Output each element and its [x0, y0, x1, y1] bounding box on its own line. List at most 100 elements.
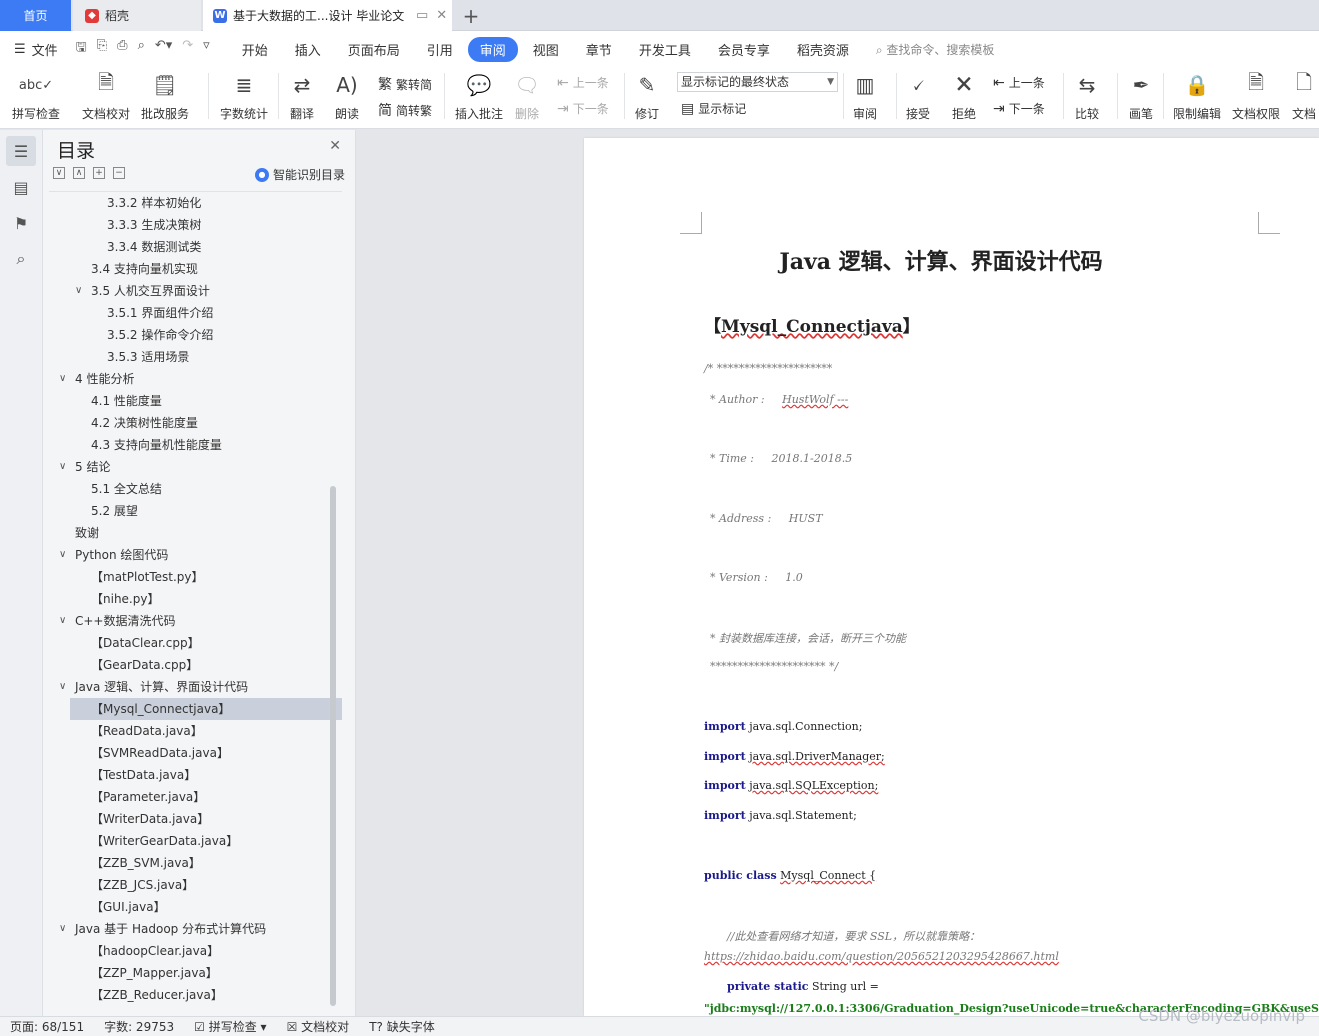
toc-item[interactable]: 【Parameter.java】 — [49, 786, 342, 808]
chevron-down-icon[interactable]: ∨ — [59, 456, 66, 478]
menu-insert[interactable]: 插入 — [283, 37, 333, 62]
chevron-down-icon[interactable]: ∨ — [59, 918, 66, 940]
menu-layout[interactable]: 页面布局 — [336, 37, 412, 62]
doc-rights-button[interactable]: 🗎 文档权限 — [1232, 70, 1280, 122]
tab-screen-icon[interactable]: ▭ — [416, 8, 428, 23]
toc-item[interactable]: 3.3.4 数据测试类 — [49, 236, 342, 258]
toc-item[interactable]: 【GUI.java】 — [49, 896, 342, 918]
status-missing-font[interactable]: T? 缺失字体 — [369, 1018, 435, 1035]
bookmark-icon[interactable]: ⚑ — [6, 208, 36, 238]
toc-item[interactable]: 【TestData.java】 — [49, 764, 342, 786]
menu-member[interactable]: 会员专享 — [706, 37, 782, 62]
undo-icon[interactable]: ↶▾ — [155, 38, 172, 60]
word-counter[interactable]: 字数: 29753 — [104, 1018, 174, 1035]
review-service-button[interactable]: 🗒 批改服务 — [141, 71, 189, 122]
doc-more-button[interactable]: 🗋 文档 — [1290, 70, 1318, 122]
tab-daoke[interactable]: ◆ 稻壳 — [73, 0, 201, 31]
collapse-all-icon[interactable]: ∨ — [53, 167, 65, 179]
toc-item[interactable]: 5.2 展望 — [49, 500, 342, 522]
menu-start[interactable]: 开始 — [230, 37, 280, 62]
more-icon[interactable]: ▿ — [203, 38, 210, 60]
chevron-down-icon[interactable]: ∨ — [59, 676, 66, 698]
markup-state-select[interactable]: 显示标记的最终状态 ▼ — [677, 72, 838, 92]
toc-item[interactable]: 4.2 决策树性能度量 — [49, 412, 342, 434]
menu-devtools[interactable]: 开发工具 — [627, 37, 703, 62]
toc-item[interactable]: ∨ Python 绘图代码 — [49, 544, 342, 566]
toc-item[interactable]: 【WriterData.java】 — [49, 808, 342, 830]
menu-review[interactable]: 审阅 — [467, 36, 518, 62]
redo-icon[interactable]: ↷ — [182, 38, 193, 60]
next-change-button[interactable]: ⇥ 下一条 — [993, 100, 1045, 117]
chapter-nav-icon[interactable]: ▤ — [6, 172, 36, 202]
file-menu[interactable]: ☰ 文件 — [14, 40, 58, 59]
tab-document[interactable]: W 基于大数据的工...设计 毕业论文 ▭ ✕ — [203, 0, 452, 31]
chevron-down-icon[interactable]: ∨ — [59, 544, 66, 566]
pen-button[interactable]: ✒ 画笔 — [1127, 71, 1155, 122]
proofread-button[interactable]: 🗎 文档校对 — [82, 70, 130, 122]
toc-item[interactable]: 4.3 支持向量机性能度量 — [49, 434, 342, 456]
command-search[interactable]: ⌕ 查找命令、搜索模板 — [876, 41, 995, 58]
search-panel-icon[interactable]: ⌕ — [6, 244, 36, 274]
preview-icon[interactable]: ⌕ — [138, 38, 145, 60]
toc-item[interactable]: 5.1 全文总结 — [49, 478, 342, 500]
expand-all-icon[interactable]: ∧ — [73, 167, 85, 179]
toc-item[interactable]: 【GearData.cpp】 — [49, 654, 342, 676]
accept-button[interactable]: 🗸 接受 — [904, 71, 932, 122]
toc-item[interactable]: 【ReadData.java】 — [49, 720, 342, 742]
chevron-down-icon[interactable]: ∨ — [59, 610, 66, 632]
tab-home[interactable]: 首页 — [0, 0, 71, 31]
next-comment-button[interactable]: ⇥ 下一条 — [557, 100, 609, 117]
toc-item[interactable]: 【ZZP_Mapper.java】 — [49, 962, 342, 984]
status-spell-check[interactable]: ☑ 拼写检查 ▾ — [194, 1018, 266, 1035]
toc-item[interactable]: 【DataClear.cpp】 — [49, 632, 342, 654]
toc-item[interactable]: 【matPlotTest.py】 — [49, 566, 342, 588]
toc-item[interactable]: 致谢 — [49, 522, 342, 544]
delete-comment-button[interactable]: 🗨 删除 — [513, 71, 541, 122]
menu-view[interactable]: 视图 — [521, 37, 571, 62]
add-heading-icon[interactable]: + — [93, 167, 105, 179]
simp-to-trad-button[interactable]: 简 简转繁 — [378, 100, 432, 120]
menu-daoke-resources[interactable]: 稻壳资源 — [785, 37, 861, 62]
toc-item[interactable]: 【nihe.py】 — [49, 588, 342, 610]
toc-item[interactable]: 3.5.2 操作命令介绍 — [49, 324, 342, 346]
toc-item[interactable]: 【ZZB_SVM.java】 — [49, 852, 342, 874]
toc-item[interactable]: 3.3.3 生成决策树 — [49, 214, 342, 236]
toc-item[interactable]: 【hadoopClear.java】 — [49, 940, 342, 962]
export-icon[interactable]: ⎘ — [97, 38, 107, 60]
toc-item[interactable]: ∨ Java 逻辑、计算、界面设计代码 — [49, 676, 342, 698]
read-aloud-button[interactable]: A) 朗读 — [333, 71, 361, 122]
save-icon[interactable]: 🖫 — [76, 38, 87, 60]
menu-reference[interactable]: 引用 — [415, 37, 465, 62]
tab-close-icon[interactable]: ✕ — [436, 8, 447, 23]
smart-toc-button[interactable]: ● 智能识别目录 — [254, 166, 345, 183]
toc-item[interactable]: 【WriterGearData.java】 — [49, 830, 342, 852]
toc-item[interactable]: 3.3.2 样本初始化 — [49, 192, 342, 214]
chevron-down-icon[interactable]: ∨ — [75, 280, 82, 302]
chevron-down-icon[interactable]: ∨ — [59, 368, 66, 390]
toc-item[interactable]: 3.5.1 界面组件介绍 — [49, 302, 342, 324]
toc-item[interactable]: 【Mysql_Connectjava】 — [70, 698, 342, 720]
spell-check-button[interactable]: abc✓ 拼写检查 — [12, 71, 60, 122]
status-proofread[interactable]: ☒ 文档校对 — [287, 1018, 350, 1035]
toc-panel-icon[interactable]: ☰ — [6, 136, 36, 166]
toc-item[interactable]: 3.5.3 适用场景 — [49, 346, 342, 368]
insert-comment-button[interactable]: 💬 插入批注 — [455, 71, 503, 122]
prev-change-button[interactable]: ⇤ 上一条 — [993, 74, 1045, 91]
compare-button[interactable]: ⇆ 比较 — [1073, 71, 1101, 122]
print-icon[interactable]: ⎙ — [117, 38, 127, 60]
restrict-edit-button[interactable]: 🔒 限制编辑 — [1173, 71, 1221, 122]
toc-item[interactable]: 3.4 支持向量机实现 — [49, 258, 342, 280]
reject-button[interactable]: 🗙 拒绝 — [950, 70, 978, 122]
new-tab-button[interactable]: + — [458, 0, 484, 31]
toc-item[interactable]: 4.1 性能度量 — [49, 390, 342, 412]
prev-comment-button[interactable]: ⇤ 上一条 — [557, 74, 609, 91]
page-counter[interactable]: 页面: 68/151 — [10, 1018, 84, 1035]
toc-item[interactable]: 【SVMReadData.java】 — [49, 742, 342, 764]
toc-item[interactable]: ∨ 4 性能分析 — [49, 368, 342, 390]
translate-button[interactable]: ⇄ 翻译 — [288, 71, 316, 122]
show-markup-button[interactable]: ▤ 显示标记 — [681, 100, 746, 117]
word-count-button[interactable]: ≣ 字数统计 — [220, 71, 268, 122]
trad-to-simp-button[interactable]: 繁 繁转简 — [378, 74, 432, 94]
toc-item[interactable]: ∨ C++数据清洗代码 — [49, 610, 342, 632]
toc-item[interactable]: ∨ 5 结论 — [49, 456, 342, 478]
